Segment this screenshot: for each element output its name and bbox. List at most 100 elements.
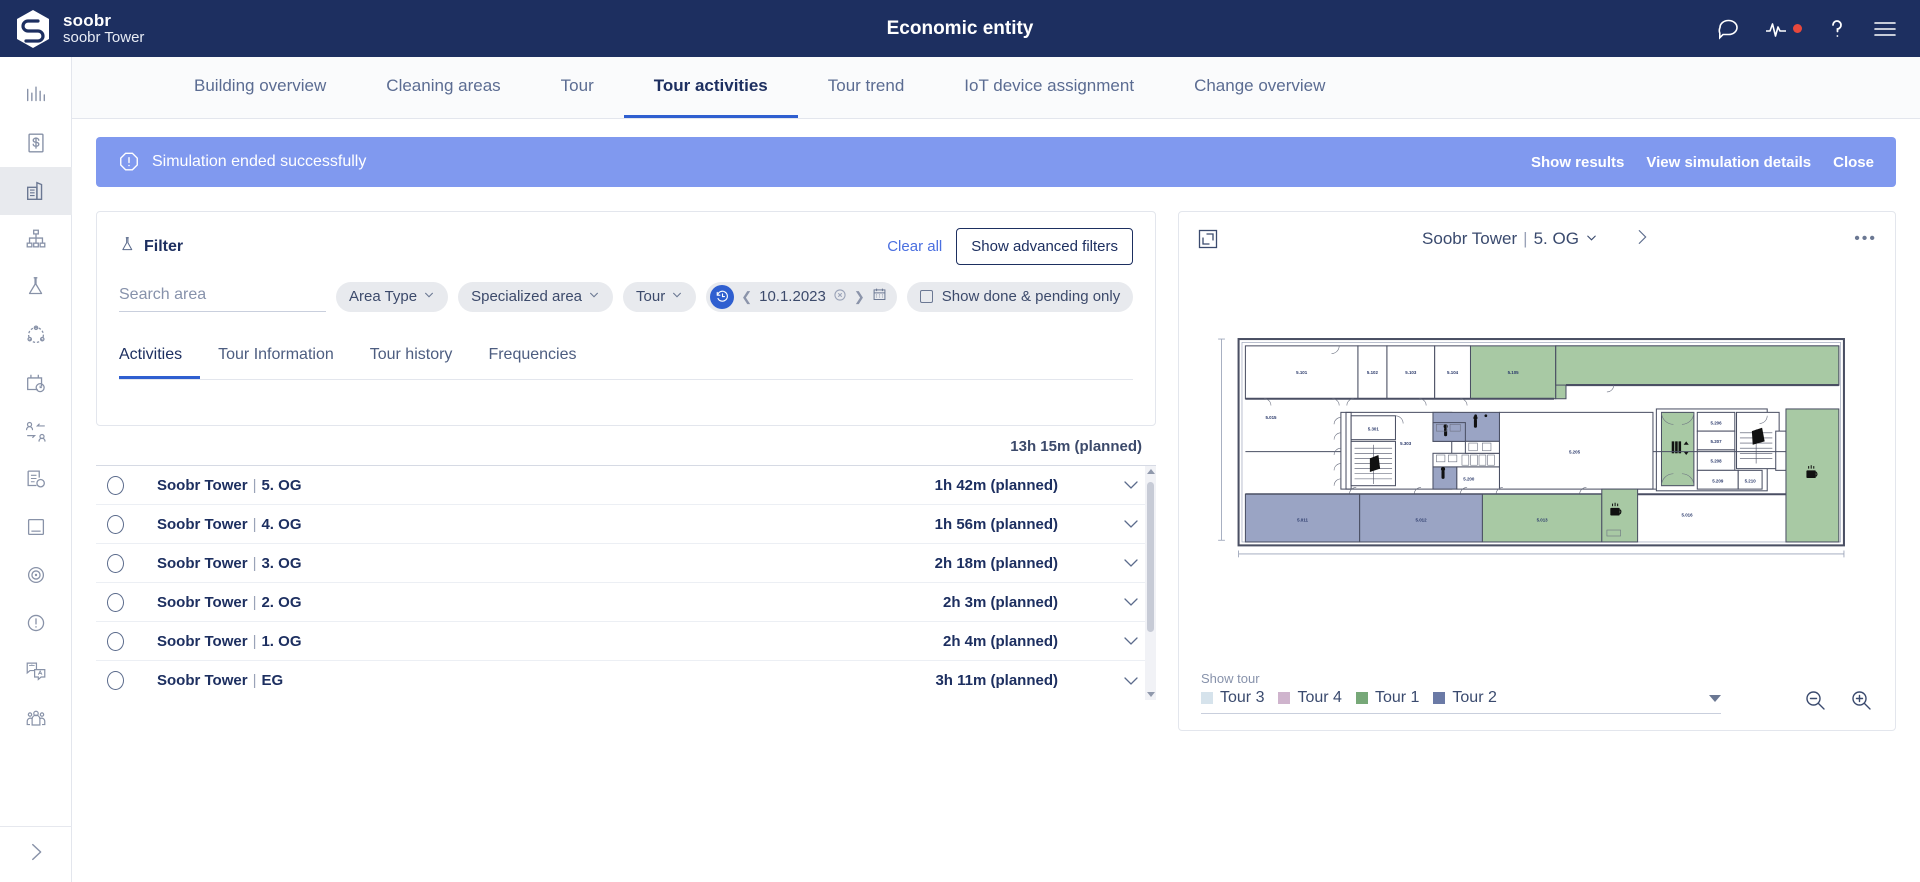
view-simulation-details-link[interactable]: View simulation details — [1646, 154, 1811, 171]
tab-tour[interactable]: Tour — [531, 57, 624, 118]
scroll-down-icon[interactable] — [1146, 692, 1155, 697]
chevron-down-icon[interactable] — [1120, 630, 1142, 652]
floorplan-canvas[interactable]: .w { fill:none; stroke:#4a4f63; stroke-w… — [1179, 266, 1895, 644]
chat-icon[interactable] — [1716, 16, 1742, 42]
scroll-up-icon[interactable] — [1146, 469, 1155, 474]
floorplan-title[interactable]: Soobr Tower | 5. OG — [1422, 229, 1598, 249]
sidebar-item-document-search[interactable] — [0, 455, 72, 503]
sidebar-item-cost[interactable] — [0, 119, 72, 167]
row-duration: 3h 11m (planned) — [935, 672, 1058, 689]
chip-area-type[interactable]: Area Type — [336, 281, 449, 312]
sidebar-item-building[interactable] — [0, 167, 72, 215]
tab-tour-history[interactable]: Tour history — [352, 334, 471, 379]
row-building: Soobr Tower — [157, 515, 248, 533]
chevron-down-icon[interactable] — [1120, 591, 1142, 613]
sidebar-item-group-users[interactable] — [0, 695, 72, 743]
date-clear-icon[interactable] — [833, 288, 847, 306]
alert-circle-icon — [24, 611, 48, 635]
sidebar-item-target[interactable] — [0, 551, 72, 599]
date-prev-icon[interactable]: ❮ — [741, 289, 752, 305]
chip-date[interactable]: ❮ 10.1.2023 ❯ — [706, 281, 897, 312]
table-row[interactable]: Soobr Tower | EG 3h 11m (planned) — [96, 661, 1156, 700]
chevron-down-icon[interactable] — [1120, 513, 1142, 535]
tab-building-overview[interactable]: Building overview — [164, 57, 356, 118]
checkbox-icon[interactable] — [919, 290, 933, 303]
show-advanced-filters-button[interactable]: Show advanced filters — [956, 228, 1133, 265]
row-floor: 5. OG — [261, 476, 302, 494]
sidebar-item-translate[interactable] — [0, 647, 72, 695]
tab-tour-activities[interactable]: Tour activities — [623, 57, 798, 118]
sidebar-item-calendar-clock[interactable] — [0, 359, 72, 407]
filter-header: Filter Clear all Show advanced filters — [97, 212, 1155, 265]
rail-expand-button[interactable] — [0, 826, 72, 882]
table-row[interactable]: Soobr Tower | 3. OG 2h 18m (planned) — [96, 544, 1156, 583]
scrollbar-thumb[interactable] — [1147, 482, 1154, 632]
chevron-down-icon[interactable] — [1120, 552, 1142, 574]
chip-show-done-pending-label: Show done & pending only — [941, 288, 1121, 305]
chevron-down-icon[interactable] — [1709, 694, 1721, 702]
zoom-in-icon[interactable] — [1849, 688, 1873, 712]
funnel-icon — [24, 275, 48, 299]
search-input[interactable] — [119, 281, 326, 312]
tab-cleaning-areas[interactable]: Cleaning areas — [356, 57, 530, 118]
tab-frequencies[interactable]: Frequencies — [470, 334, 594, 379]
tab-iot-device-assignment[interactable]: IoT device assignment — [934, 57, 1164, 118]
close-banner-link[interactable]: Close — [1833, 154, 1874, 171]
clear-all-link[interactable]: Clear all — [887, 238, 942, 255]
chip-specialized-area[interactable]: Specialized area — [458, 281, 614, 312]
chevron-down-icon — [671, 288, 683, 305]
more-options-icon[interactable]: ••• — [1854, 230, 1877, 248]
row-select-radio[interactable] — [107, 592, 124, 612]
row-select-radio[interactable] — [107, 514, 124, 534]
sidebar-item-network[interactable] — [0, 311, 72, 359]
alert-octagon-icon — [118, 151, 140, 173]
sidebar-item-alert[interactable] — [0, 599, 72, 647]
date-next-icon[interactable]: ❯ — [854, 289, 865, 305]
row-select-radio[interactable] — [107, 631, 124, 651]
chip-area-type-label: Area Type — [349, 288, 418, 305]
show-results-link[interactable]: Show results — [1531, 154, 1624, 171]
brand[interactable]: soobr soobr Tower — [0, 9, 144, 49]
sidebar-item-user-swap[interactable] — [0, 407, 72, 455]
table-row[interactable]: Soobr Tower | 1. OG 2h 4m (planned) — [96, 622, 1156, 661]
activity-status[interactable] — [1764, 16, 1802, 42]
tour-select[interactable]: Tour 3 Tour 4 Tour 1 Tour 2 — [1201, 689, 1721, 714]
brand-name: soobr — [63, 10, 112, 30]
tour-chip-3: Tour 3 — [1201, 689, 1264, 707]
zoom-out-icon[interactable] — [1803, 688, 1827, 712]
sidebar-item-funnel[interactable] — [0, 263, 72, 311]
help-icon[interactable] — [1824, 16, 1850, 42]
primary-tab-bar: Building overview Cleaning areas Tour To… — [72, 57, 1920, 119]
row-select-radio[interactable] — [107, 475, 124, 495]
row-select-radio[interactable] — [107, 671, 124, 690]
notification-dot — [1793, 24, 1802, 33]
next-floor-button[interactable] — [1632, 227, 1652, 252]
tab-tour-information[interactable]: Tour Information — [200, 334, 352, 379]
row-floor: 4. OG — [261, 515, 302, 533]
sidebar-item-org-structure[interactable] — [0, 215, 72, 263]
expand-icon[interactable] — [1197, 228, 1219, 250]
sidebar-item-bar-chart[interactable] — [0, 71, 72, 119]
top-bar: soobr soobr Tower Economic entity — [0, 0, 1920, 57]
show-tour-control: Show tour Tour 3 Tour 4 Tour 1 Tour 2 — [1201, 671, 1721, 714]
tab-activities[interactable]: Activities — [119, 334, 201, 379]
menu-icon[interactable] — [1872, 16, 1898, 42]
chip-tour[interactable]: Tour — [623, 281, 697, 312]
table-row[interactable]: Soobr Tower | 4. OG 1h 56m (planned) — [96, 505, 1156, 544]
chevron-down-icon — [588, 288, 600, 305]
row-building: Soobr Tower — [157, 593, 248, 611]
floorplan-panel: Soobr Tower | 5. OG ••• 5.101 5.102 5.10… — [1178, 211, 1896, 731]
pulse-icon[interactable] — [1764, 16, 1790, 42]
tab-tour-trend[interactable]: Tour trend — [798, 57, 935, 118]
sidebar-item-card[interactable] — [0, 503, 72, 551]
table-row[interactable]: Soobr Tower | 2. OG 2h 3m (planned) — [96, 583, 1156, 622]
funnel-icon — [119, 236, 136, 258]
room-label: 5.206 — [1711, 420, 1723, 425]
tab-change-overview[interactable]: Change overview — [1164, 57, 1355, 118]
row-select-radio[interactable] — [107, 553, 124, 573]
chevron-down-icon[interactable] — [1120, 474, 1142, 496]
calendar-icon[interactable] — [872, 287, 887, 306]
chevron-down-icon[interactable] — [1120, 670, 1142, 692]
chip-show-done-pending[interactable]: Show done & pending only — [906, 281, 1134, 312]
table-row[interactable]: Soobr Tower | 5. OG 1h 42m (planned) — [96, 466, 1156, 505]
